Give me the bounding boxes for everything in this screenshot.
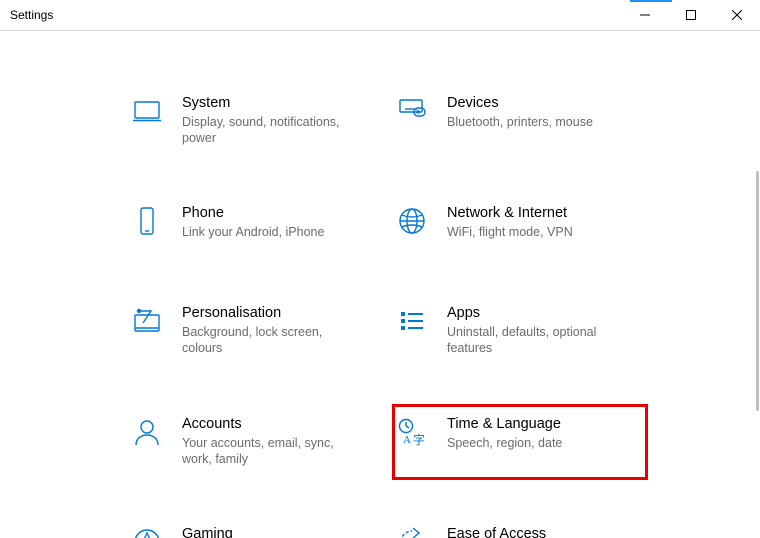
category-desc: Speech, region, date [447,435,617,451]
time-language-icon: A 字 [395,415,429,449]
svg-text:字: 字 [413,432,425,447]
window-controls [622,0,760,30]
category-ease-of-access[interactable]: Ease of Access [395,517,645,538]
maximize-button[interactable] [668,0,714,30]
minimize-button[interactable] [622,0,668,30]
scrollbar[interactable] [756,171,759,411]
category-label: Accounts [182,415,370,434]
category-time-language[interactable]: A 字 Time & Language Speech, region, date [395,407,645,477]
category-network[interactable]: Network & Internet WiFi, flight mode, VP… [395,196,645,256]
category-label: Personalisation [182,304,370,323]
category-desc: WiFi, flight mode, VPN [447,224,617,240]
settings-window: Settings System Displa [0,0,760,538]
accent-strip [630,0,672,2]
category-desc: Bluetooth, printers, mouse [447,114,617,130]
globe-icon [395,204,429,238]
category-label: Gaming [182,525,370,538]
category-apps[interactable]: Apps Uninstall, defaults, optional featu… [395,296,645,366]
category-label: System [182,94,370,113]
gaming-icon [130,525,164,538]
phone-icon [130,204,164,238]
category-label: Devices [447,94,635,113]
category-accounts[interactable]: Accounts Your accounts, email, sync, wor… [130,407,380,477]
close-icon [732,10,742,20]
category-system[interactable]: System Display, sound, notifications, po… [130,86,380,156]
category-gaming[interactable]: Gaming [130,517,380,538]
system-icon [130,94,164,128]
personalisation-icon [130,304,164,338]
minimize-icon [640,10,650,20]
accounts-icon [130,415,164,449]
category-label: Apps [447,304,635,323]
category-grid: System Display, sound, notifications, po… [0,31,760,538]
category-desc: Background, lock screen, colours [182,324,352,357]
category-label: Phone [182,204,370,223]
category-desc: Display, sound, notifications, power [182,114,352,147]
apps-icon [395,304,429,338]
svg-text:A: A [403,434,411,446]
category-phone[interactable]: Phone Link your Android, iPhone [130,196,380,256]
category-desc: Uninstall, defaults, optional features [447,324,617,357]
content-area: System Display, sound, notifications, po… [0,31,760,538]
window-title: Settings [10,8,53,22]
category-devices[interactable]: Devices Bluetooth, printers, mouse [395,86,645,156]
ease-of-access-icon [395,525,429,538]
category-desc: Your accounts, email, sync, work, family [182,435,352,468]
category-personalisation[interactable]: Personalisation Background, lock screen,… [130,296,380,366]
titlebar: Settings [0,0,760,31]
close-button[interactable] [714,0,760,30]
category-label: Time & Language [447,415,635,434]
category-label: Ease of Access [447,525,635,538]
devices-icon [395,94,429,128]
category-desc: Link your Android, iPhone [182,224,352,240]
maximize-icon [686,10,696,20]
category-label: Network & Internet [447,204,635,223]
